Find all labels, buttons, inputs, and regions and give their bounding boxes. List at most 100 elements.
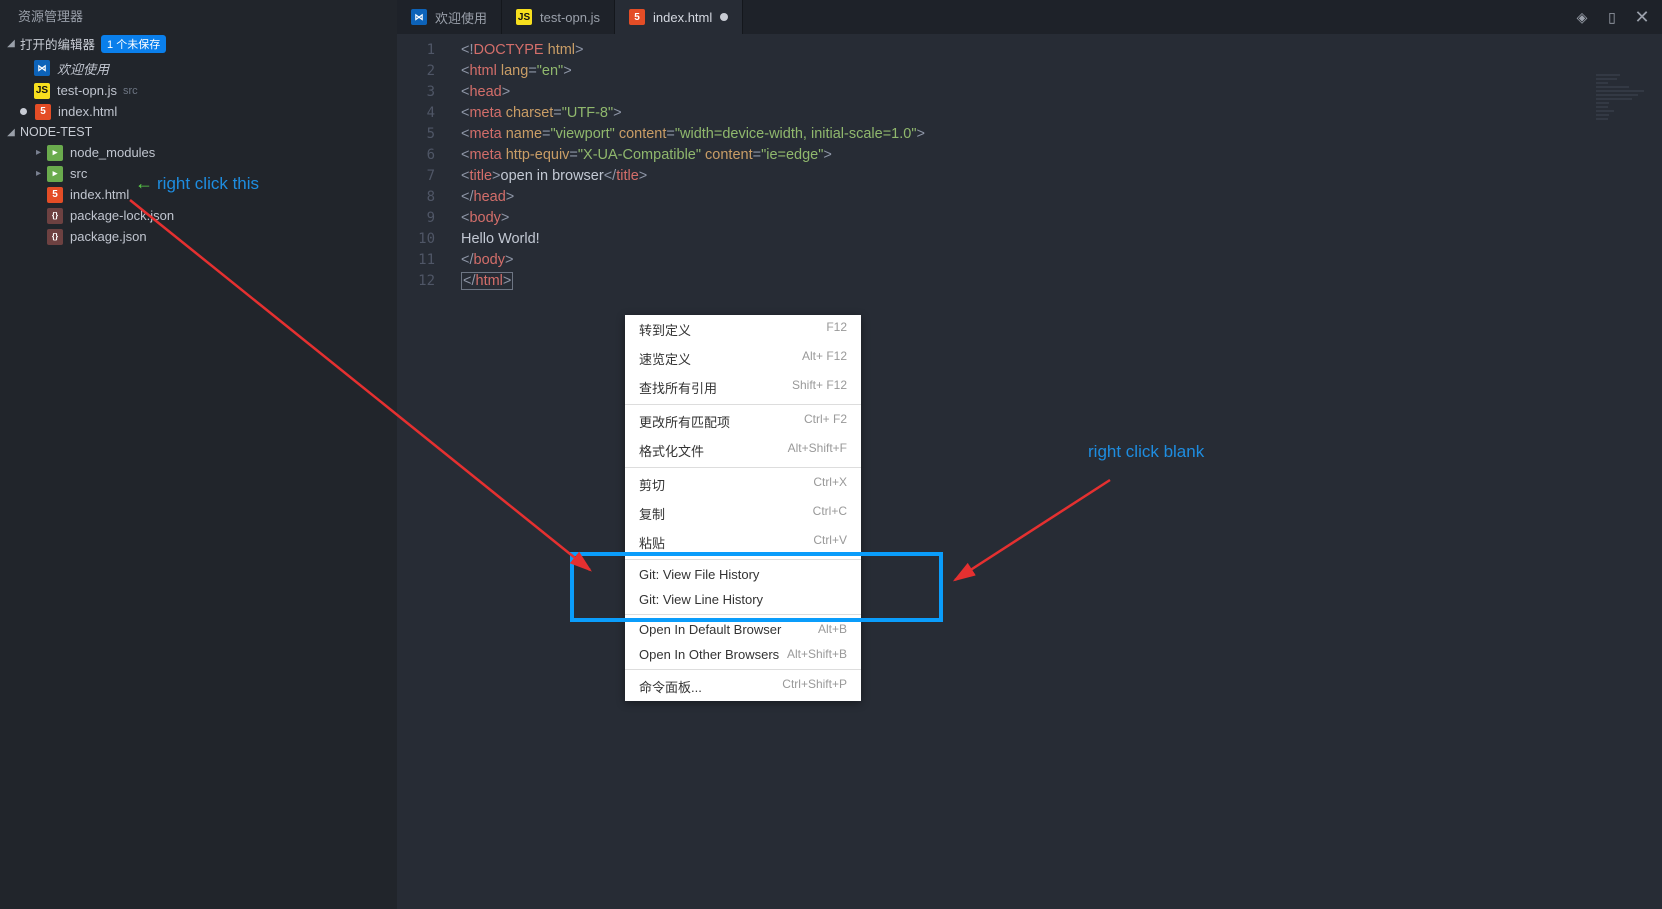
open-editors-label: 打开的编辑器 xyxy=(20,34,95,53)
open-editors-header[interactable]: ◢ 打开的编辑器 1 个未保存 xyxy=(0,31,397,56)
code-line[interactable]: <!DOCTYPE html> xyxy=(461,40,925,61)
file-label: test-opn.js xyxy=(57,83,117,98)
context-menu-item[interactable]: Git: View File History xyxy=(625,562,861,587)
line-gutter: 123456789101112 xyxy=(397,34,449,292)
menu-item-shortcut: Ctrl+ F2 xyxy=(804,412,847,431)
open-editor-item[interactable]: JS test-opn.js src xyxy=(0,80,397,101)
code-line[interactable]: <meta name="viewport" content="width=dev… xyxy=(461,124,925,145)
menu-item-label: 格式化文件 xyxy=(639,441,704,460)
explorer-title: 资源管理器 xyxy=(0,0,397,31)
menu-item-label: 更改所有匹配项 xyxy=(639,412,730,431)
code-line[interactable]: Hello World! xyxy=(461,229,925,250)
tree-item-label: package-lock.json xyxy=(70,208,174,223)
js-file-icon: JS xyxy=(516,9,532,25)
minimap[interactable] xyxy=(1596,74,1656,134)
context-menu-item[interactable]: 更改所有匹配项 Ctrl+ F2 xyxy=(625,407,861,436)
vs-file-icon: ⋈ xyxy=(411,9,427,25)
menu-item-shortcut: Alt+ F12 xyxy=(802,349,847,368)
menu-item-shortcut: Ctrl+C xyxy=(813,504,847,523)
json-icon: {} xyxy=(47,208,63,224)
line-number: 8 xyxy=(397,187,449,208)
editor-tab[interactable]: ⋈ 欢迎使用 xyxy=(397,0,502,34)
menu-item-label: 命令面板... xyxy=(639,677,702,696)
menu-item-label: 速览定义 xyxy=(639,349,691,368)
code-line[interactable]: </body> xyxy=(461,250,925,271)
menu-item-label: 查找所有引用 xyxy=(639,378,717,397)
editor-tab[interactable]: 5 index.html xyxy=(615,0,743,34)
menu-item-label: Open In Other Browsers xyxy=(639,647,779,662)
project-header[interactable]: ◢ NODE-TEST xyxy=(0,122,397,142)
line-number: 5 xyxy=(397,124,449,145)
code-line[interactable]: <title>open in browser</title> xyxy=(461,166,925,187)
menu-item-label: 粘贴 xyxy=(639,533,665,552)
html-icon: 5 xyxy=(47,187,63,203)
line-number: 4 xyxy=(397,103,449,124)
menu-item-label: Git: View Line History xyxy=(639,592,763,607)
line-number: 6 xyxy=(397,145,449,166)
code-line[interactable]: <meta http-equiv="X-UA-Compatible" conte… xyxy=(461,145,925,166)
tree-item[interactable]: 5 index.html xyxy=(0,184,397,205)
twisty-icon: ▸ xyxy=(36,168,44,179)
line-number: 12 xyxy=(397,271,449,292)
line-number: 2 xyxy=(397,61,449,82)
chevron-down-icon: ◢ xyxy=(4,38,18,49)
code-line[interactable]: </html> xyxy=(461,271,925,292)
context-menu-item[interactable]: Open In Default BrowserAlt+B xyxy=(625,617,861,642)
context-menu: 转到定义F12 速览定义 Alt+ F12 查找所有引用 Shift+ F12 更改所有匹… xyxy=(625,315,861,701)
menu-separator xyxy=(625,404,861,405)
close-icon[interactable]: ✕ xyxy=(1634,9,1650,25)
open-editor-item[interactable]: 5index.html xyxy=(0,101,397,122)
code-line[interactable]: <html lang="en"> xyxy=(461,61,925,82)
menu-separator xyxy=(625,614,861,615)
menu-item-label: 转到定义 xyxy=(639,320,691,339)
menu-item-label: 剪切 xyxy=(639,475,665,494)
tab-bar: ⋈ 欢迎使用 JS test-opn.js 5 index.html xyxy=(397,0,1662,34)
modified-dot-icon xyxy=(720,13,728,21)
tab-label: test-opn.js xyxy=(540,10,600,25)
file-label: 欢迎使用 xyxy=(57,59,109,78)
line-number: 9 xyxy=(397,208,449,229)
context-menu-item[interactable]: Git: View Line History xyxy=(625,587,861,612)
fld-icon: ▸ xyxy=(47,145,63,161)
tab-label: index.html xyxy=(653,10,712,25)
compare-icon[interactable]: ◈ xyxy=(1574,9,1590,25)
code-line[interactable]: <head> xyxy=(461,82,925,103)
tree-item-label: package.json xyxy=(70,229,147,244)
context-menu-item[interactable]: 命令面板...Ctrl+Shift+P xyxy=(625,672,861,701)
code-content[interactable]: <!DOCTYPE html><html lang="en"><head> <m… xyxy=(461,40,925,292)
title-controls: ◈ ▯ ✕ xyxy=(1562,0,1662,34)
tree-item-label: index.html xyxy=(70,187,129,202)
code-line[interactable]: <meta charset="UTF-8"> xyxy=(461,103,925,124)
tree-item[interactable]: {} package-lock.json xyxy=(0,205,397,226)
context-menu-item[interactable]: 格式化文件Alt+Shift+F xyxy=(625,436,861,465)
menu-item-shortcut: Shift+ F12 xyxy=(792,378,847,397)
tree-item[interactable]: ▸▸src xyxy=(0,163,397,184)
tree-item[interactable]: {} package.json xyxy=(0,226,397,247)
code-line[interactable]: <body> xyxy=(461,208,925,229)
line-number: 11 xyxy=(397,250,449,271)
line-number: 10 xyxy=(397,229,449,250)
context-menu-item[interactable]: 复制Ctrl+C xyxy=(625,499,861,528)
json-icon: {} xyxy=(47,229,63,245)
context-menu-item[interactable]: 速览定义 Alt+ F12 xyxy=(625,344,861,373)
tree-item-label: src xyxy=(70,166,87,181)
tree-item[interactable]: ▸▸node_modules xyxy=(0,142,397,163)
tab-label: 欢迎使用 xyxy=(435,8,487,27)
open-editor-item[interactable]: ⋈欢迎使用 xyxy=(0,56,397,80)
context-menu-item[interactable]: 查找所有引用 Shift+ F12 xyxy=(625,373,861,402)
html-file-icon: 5 xyxy=(629,9,645,25)
menu-item-label: Open In Default Browser xyxy=(639,622,781,637)
context-menu-item[interactable]: 转到定义F12 xyxy=(625,315,861,344)
editor-tab[interactable]: JS test-opn.js xyxy=(502,0,615,34)
html-file-icon: 5 xyxy=(35,104,51,120)
split-icon[interactable]: ▯ xyxy=(1604,9,1620,25)
js-file-icon: JS xyxy=(34,83,50,99)
code-line[interactable]: </head> xyxy=(461,187,925,208)
unsaved-badge: 1 个未保存 xyxy=(101,35,166,53)
file-path-meta: src xyxy=(123,85,138,97)
editor-area[interactable]: 123456789101112 <!DOCTYPE html><html lan… xyxy=(397,34,1662,909)
chevron-down-icon: ◢ xyxy=(4,127,18,138)
context-menu-item[interactable]: 剪切Ctrl+X xyxy=(625,470,861,499)
context-menu-item[interactable]: Open In Other BrowsersAlt+Shift+B xyxy=(625,642,861,667)
context-menu-item[interactable]: 粘贴Ctrl+V xyxy=(625,528,861,557)
